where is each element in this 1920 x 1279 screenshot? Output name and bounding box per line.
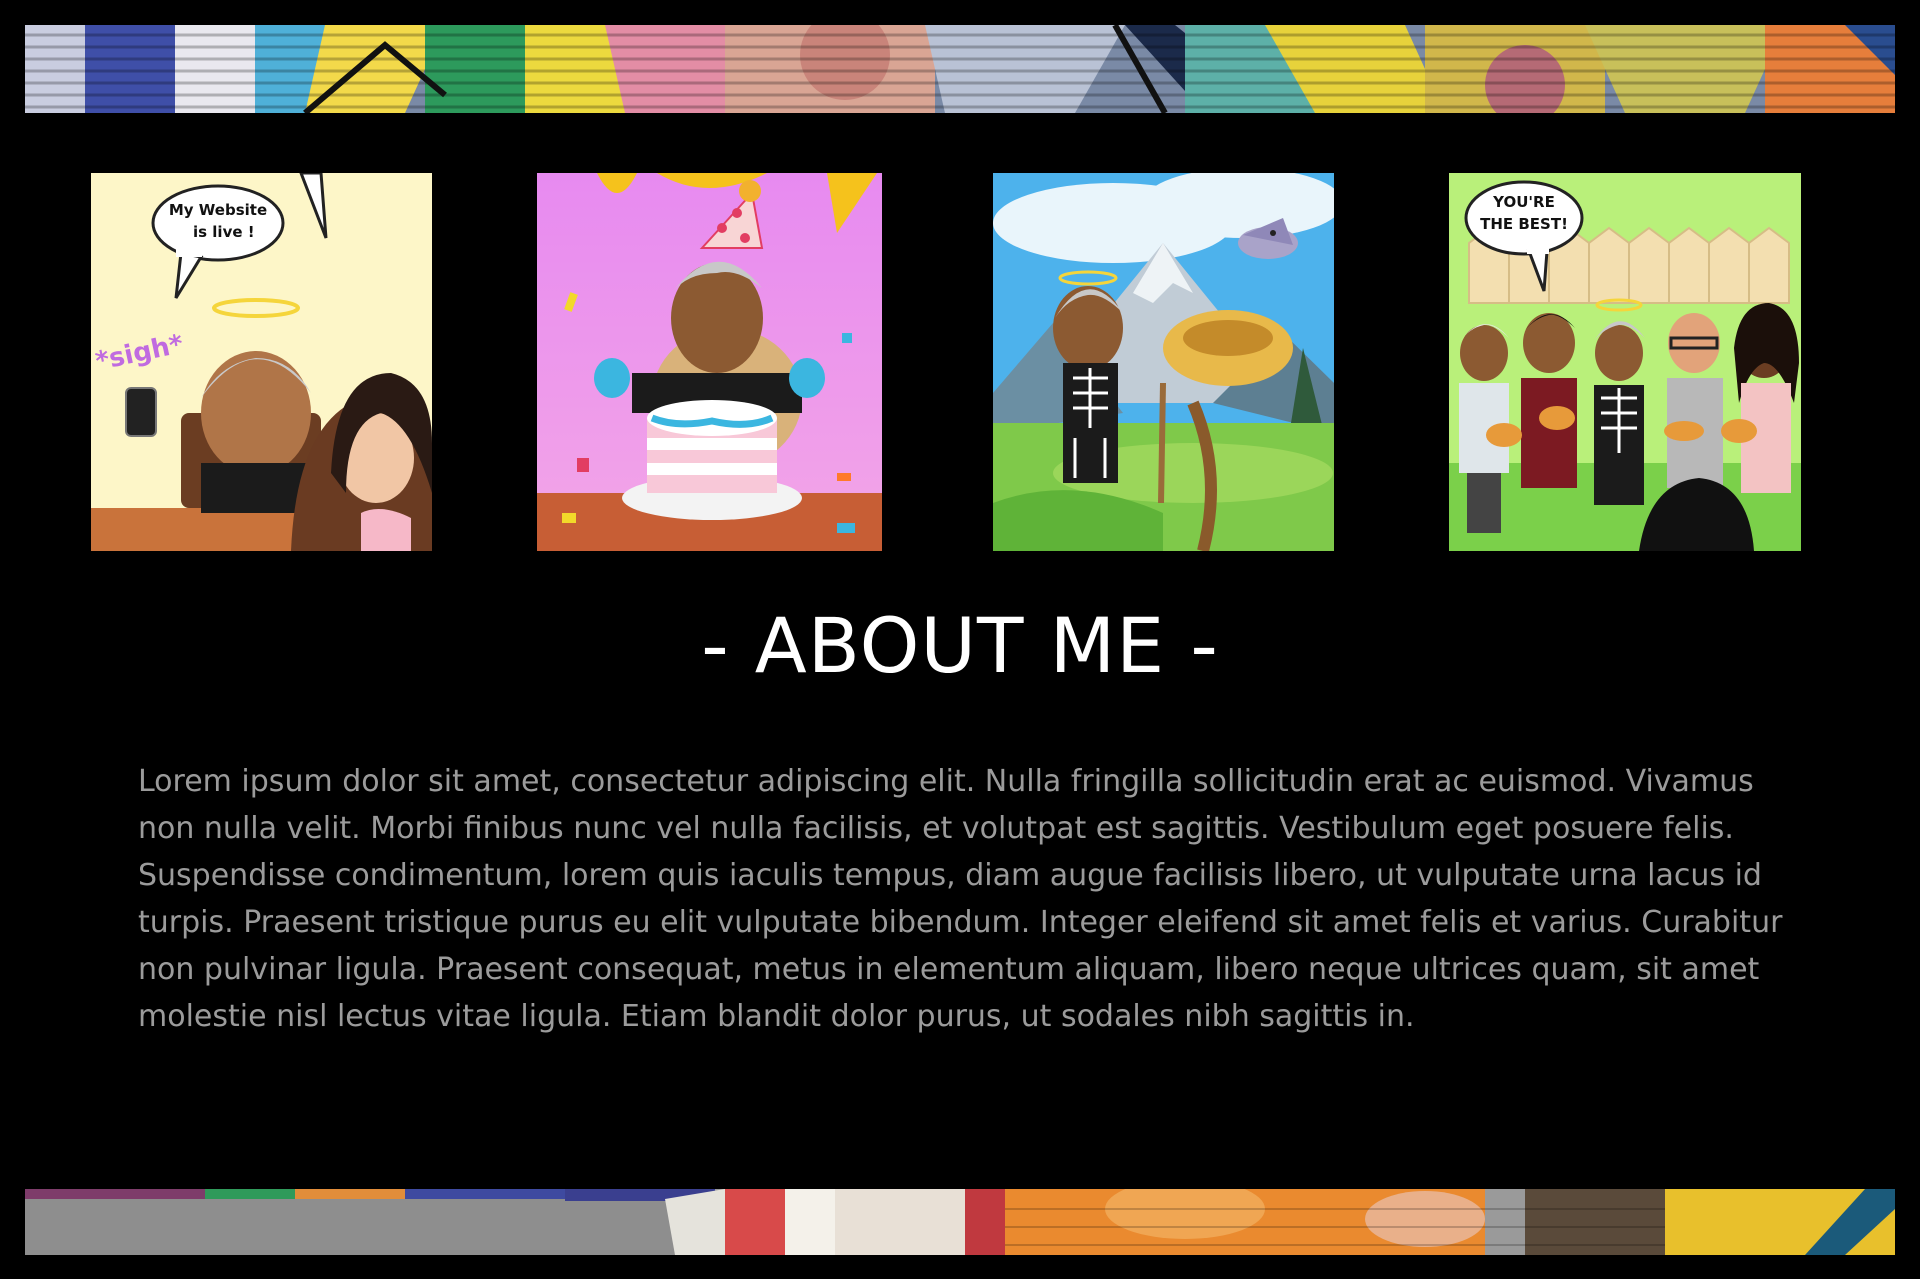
- top-mural-banner: [25, 25, 1895, 113]
- speech-bubble-line-2: is live !: [193, 223, 255, 241]
- gallery-image-4: YOU'RE THE BEST!: [1449, 173, 1801, 551]
- speech-bubble-line-1: My Website: [169, 201, 267, 219]
- bottom-mural-banner: [25, 1189, 1895, 1255]
- gallery-image-2: [537, 173, 882, 551]
- mural-graffiti-banner-icon: [25, 1189, 1895, 1255]
- gallery-image-1: *sigh* My Website is live !: [91, 173, 432, 551]
- speech-bubble-line-2: THE BEST!: [1480, 215, 1568, 233]
- bitmoji-birthday-cake-image-icon: [537, 173, 882, 551]
- mural-graffiti-banner-icon: [25, 25, 1895, 113]
- bitmoji-mountain-nest-image-icon: [993, 173, 1334, 551]
- bitmoji-website-live-image-icon: *sigh* My Website is live !: [91, 173, 432, 551]
- bitmoji-friends-group-image-icon: YOU'RE THE BEST!: [1449, 173, 1801, 551]
- about-body-text: Lorem ipsum dolor sit amet, consectetur …: [138, 764, 1783, 1034]
- speech-bubble-line-1: YOU'RE: [1492, 193, 1555, 211]
- gallery-image-3: [993, 173, 1334, 551]
- about-heading: - ABOUT ME -: [701, 601, 1219, 690]
